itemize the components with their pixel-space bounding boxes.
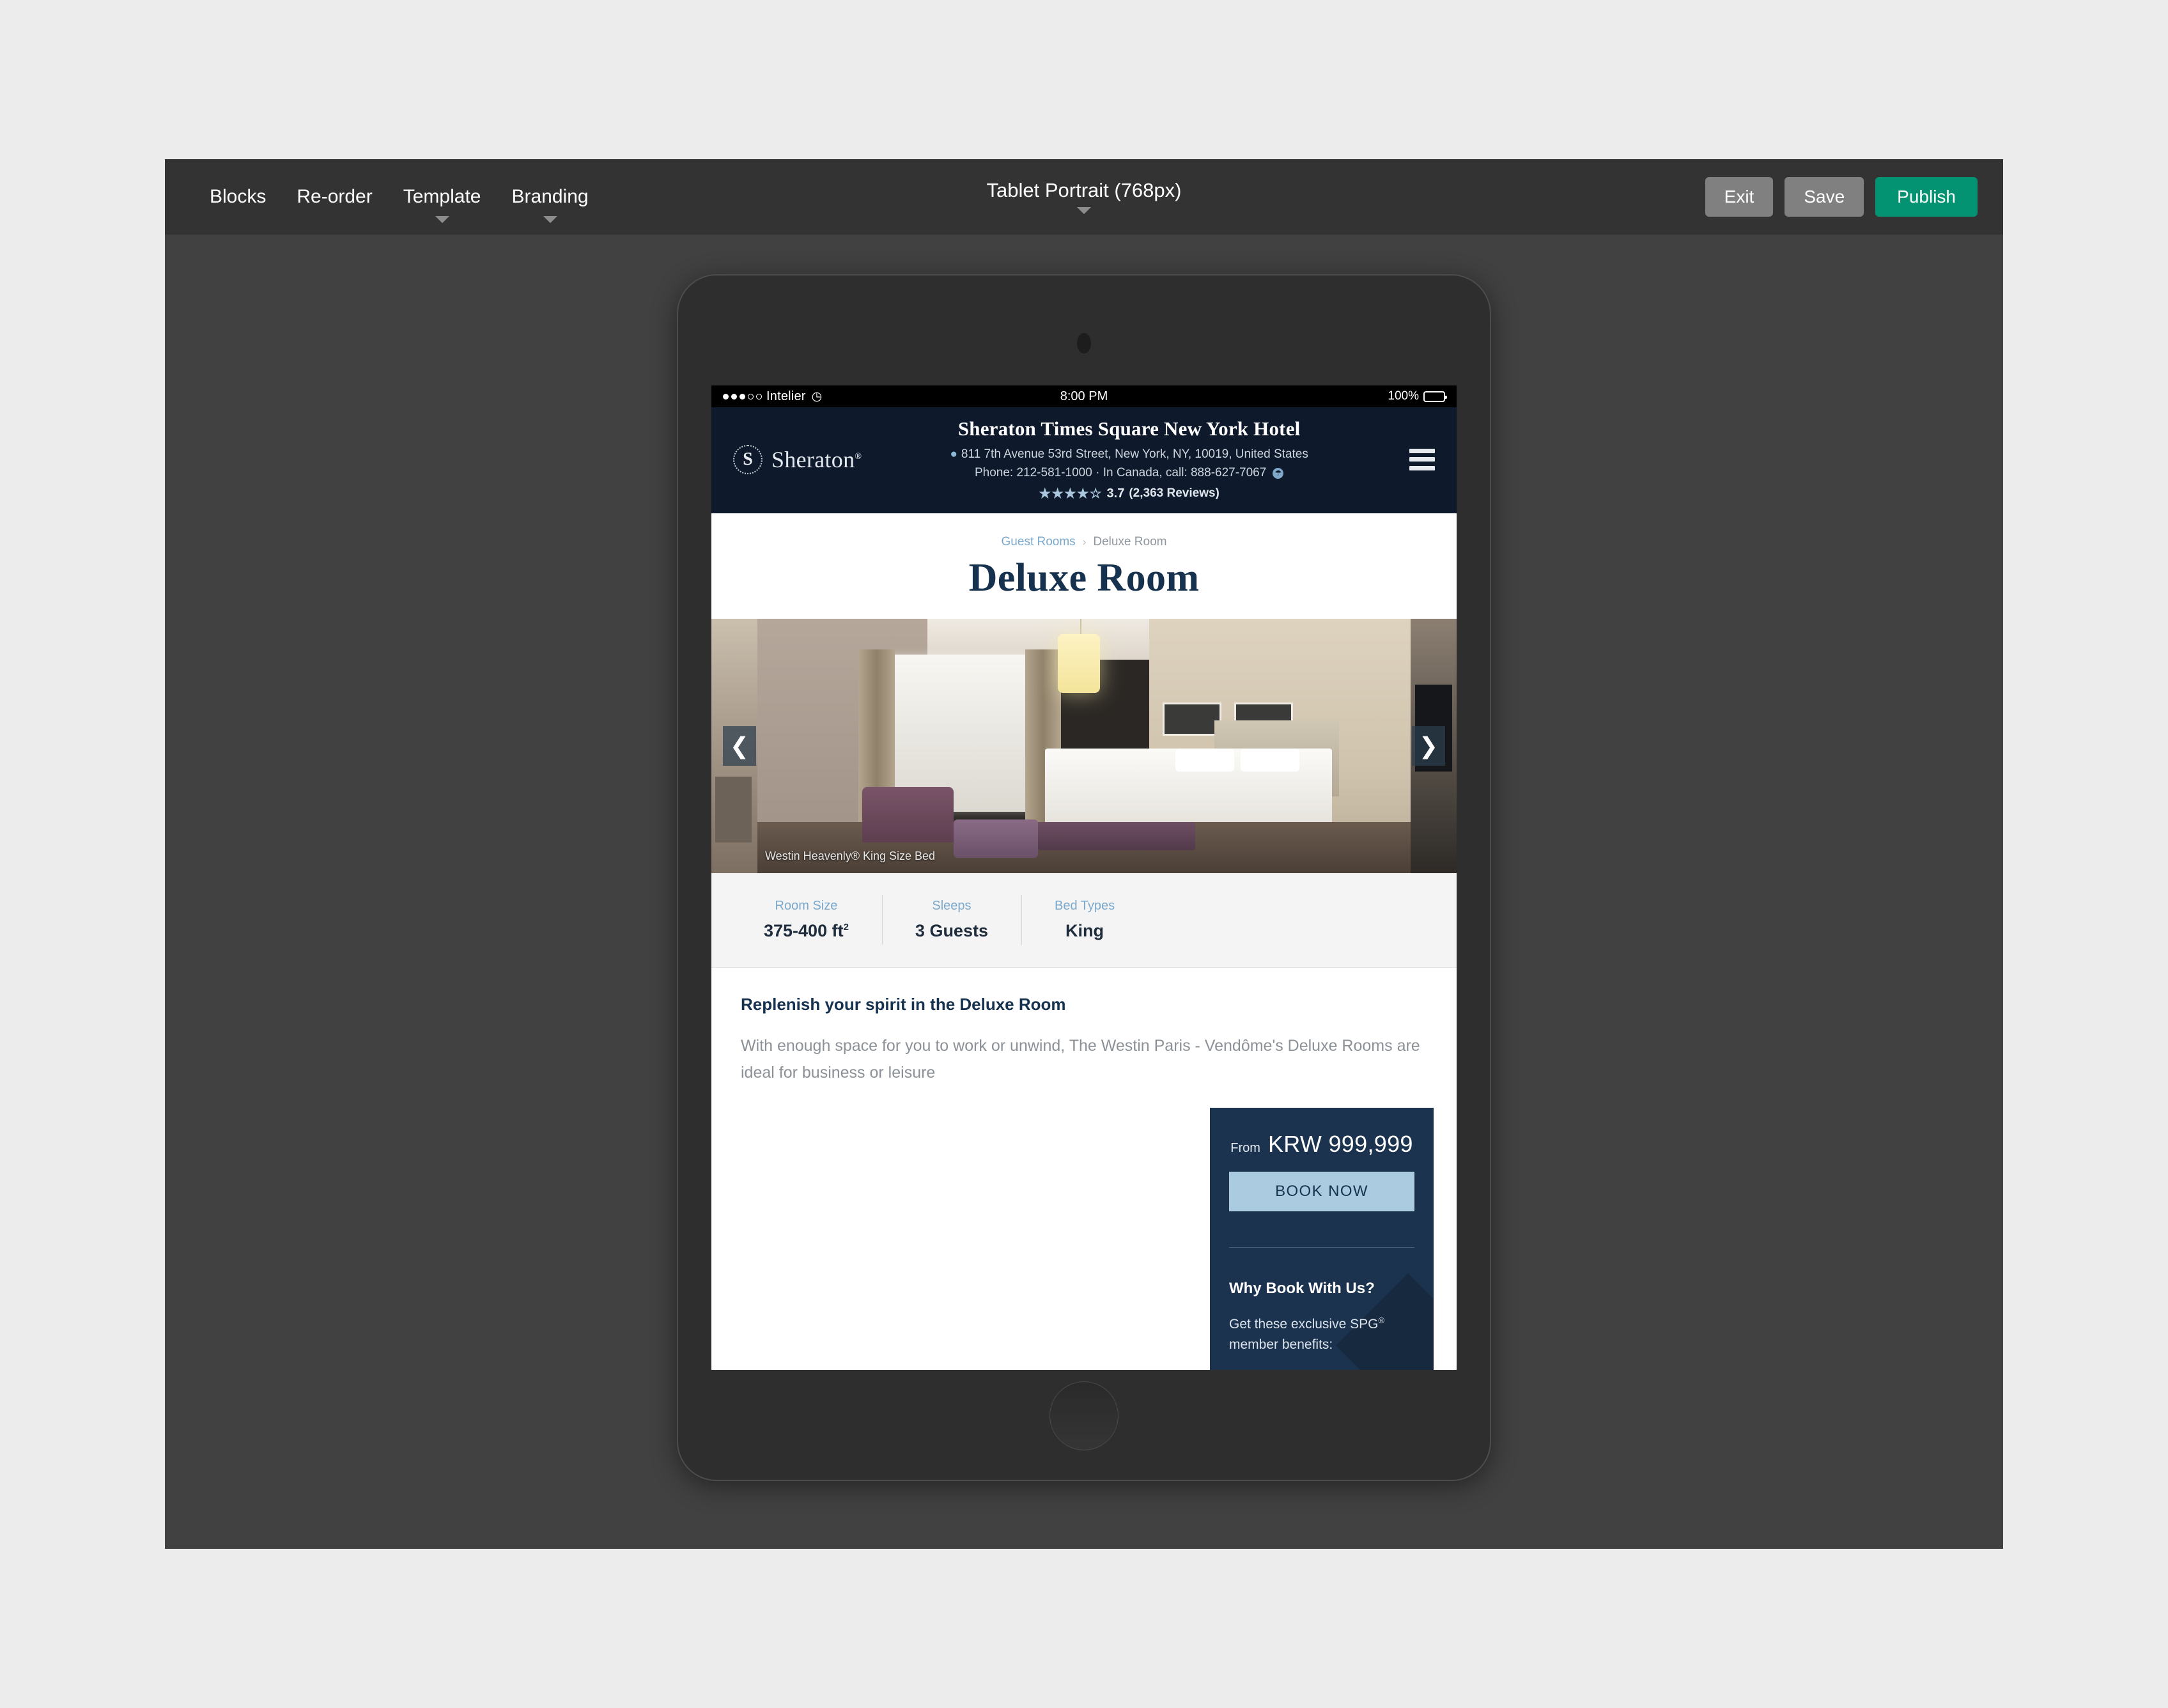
spec-sleeps-label: Sleeps [932, 899, 972, 913]
chevron-right-icon[interactable]: ❯ [1412, 726, 1445, 766]
ios-status-bar: Intelier ◷ 8:00 PM 100% [711, 385, 1457, 407]
editor-toolbar: Blocks Re-order Template Branding Tablet… [165, 159, 2003, 235]
hotel-rating: ★★★★☆ 3.7 (2,363 Reviews) [881, 486, 1377, 502]
toolbar-item-blocks[interactable]: Blocks [194, 159, 281, 235]
toolbar-item-template-label: Template [403, 186, 481, 207]
spec-room-size-unit-sup: 2 [843, 922, 849, 933]
price-value: KRW 999,999 [1267, 1131, 1413, 1157]
device-home-button[interactable] [1049, 1381, 1119, 1450]
booking-divider [1229, 1247, 1414, 1248]
hotel-header: S Sheraton® Sheraton Times Square New Yo… [711, 407, 1457, 513]
spec-room-size-value: 375-400 ft2 [764, 921, 849, 941]
breadcrumb-parent-link[interactable]: Guest Rooms [1002, 535, 1076, 549]
carousel-slide-current[interactable] [757, 618, 1411, 873]
save-button[interactable]: Save [1785, 177, 1864, 217]
description-heading: Replenish your spirit in the Deluxe Room [741, 994, 1066, 1014]
hotel-name: Sheraton Times Square New York Hotel [957, 417, 1301, 440]
spec-sleeps-value: 3 Guests [915, 921, 988, 941]
page-title-block: Guest Rooms › Deluxe Room Deluxe Room [711, 513, 1457, 619]
chevron-down-icon [543, 216, 557, 223]
preview-canvas: Intelier ◷ 8:00 PM 100% S Sheraton® Sher… [165, 235, 2003, 1549]
image-carousel: ❮ ❯ Westin Heavenly® King Size Bed [711, 618, 1457, 873]
location-pin-icon: ● [950, 447, 957, 461]
chevron-down-icon[interactable] [1077, 206, 1091, 214]
status-bar-time: 8:00 PM [1060, 389, 1108, 403]
chevron-left-icon[interactable]: ❮ [723, 726, 756, 766]
toolbar-menu: Blocks Re-order Template Branding [194, 159, 604, 235]
sheraton-wordmark-text: Sheraton [771, 446, 855, 472]
toolbar-actions: Exit Save Publish [1705, 177, 1978, 217]
battery-percent-label: 100% [1388, 389, 1419, 403]
sheraton-wordmark: Sheraton® [771, 446, 862, 473]
toolbar-item-reorder[interactable]: Re-order [281, 159, 387, 235]
device-screen: Intelier ◷ 8:00 PM 100% S Sheraton® Sher… [711, 385, 1457, 1370]
hotel-phone-line: Phone: 212-581-1000 · In Canada, call: 8… [881, 463, 1377, 482]
star-rating-icon: ★★★★☆ [1039, 486, 1103, 501]
page-title: Deluxe Room [968, 555, 1200, 600]
room-specs-bar: Room Size 375-400 ft2 Sleeps 3 Guests Be… [711, 873, 1457, 968]
sheraton-logo[interactable]: S Sheraton® [727, 444, 862, 474]
status-bar-right: 100% [1388, 389, 1447, 403]
hotel-address-line: ● 811 7th Avenue 53rd Street, New York, … [881, 445, 1377, 463]
spec-room-size-label: Room Size [775, 899, 838, 913]
why-book-subtitle-tail: member benefits: [1229, 1337, 1333, 1352]
globe-icon[interactable]: ☂ [1273, 467, 1284, 479]
spec-sleeps: Sleeps 3 Guests [882, 899, 1021, 941]
price-from-label: From [1230, 1141, 1260, 1155]
why-book-with-us-title: Why Book With Us? [1229, 1280, 1375, 1297]
viewport-selector-label[interactable]: Tablet Portrait (768px) [987, 180, 1182, 200]
booking-panel: From KRW 999,999 BOOK NOW Why Book With … [1210, 1108, 1434, 1370]
breadcrumb: Guest Rooms › Deluxe Room [711, 535, 1457, 549]
battery-icon [1423, 391, 1447, 402]
spec-room-size: Room Size 375-400 ft2 [731, 899, 882, 941]
toolbar-item-reorder-label: Re-order [297, 186, 373, 207]
device-camera [1077, 333, 1091, 353]
room-description: Replenish your spirit in the Deluxe Room… [711, 967, 1457, 1099]
hotel-address: 811 7th Avenue 53rd Street, New York, NY… [961, 447, 1308, 461]
description-body: With enough space for you to work or unw… [741, 1036, 1420, 1082]
exit-button[interactable]: Exit [1705, 177, 1774, 217]
why-book-subtitle-text: Get these exclusive SPG [1229, 1317, 1379, 1331]
breadcrumb-separator-icon: › [1082, 535, 1087, 548]
breadcrumb-current: Deluxe Room [1093, 534, 1167, 548]
registered-symbol: ® [1378, 1316, 1385, 1325]
trademark-symbol: ® [855, 451, 862, 462]
toolbar-item-branding[interactable]: Branding [496, 159, 603, 235]
publish-button[interactable]: Publish [1875, 177, 1978, 217]
room-photo [757, 618, 1411, 873]
chevron-down-icon [435, 216, 449, 223]
toolbar-item-blocks-label: Blocks [210, 186, 267, 207]
sheraton-emblem-icon: S [733, 444, 763, 474]
toolbar-item-template[interactable]: Template [388, 159, 497, 235]
hamburger-icon[interactable] [1409, 448, 1435, 470]
spec-bed-types: Bed Types King [1021, 899, 1148, 941]
price-row: From KRW 999,999 [1229, 1131, 1414, 1158]
why-book-with-us-subtitle: Get these exclusive SPG® member benefits… [1229, 1314, 1414, 1355]
spec-bed-types-label: Bed Types [1054, 899, 1115, 913]
spec-room-size-text: 375-400 ft [764, 921, 844, 941]
toolbar-item-branding-label: Branding [511, 186, 589, 207]
hotel-phone: Phone: 212-581-1000 · In Canada, call: 8… [974, 466, 1267, 480]
book-now-button[interactable]: BOOK NOW [1229, 1172, 1414, 1211]
site-builder-editor: Blocks Re-order Template Branding Tablet… [165, 159, 2003, 1549]
tablet-device-frame: Intelier ◷ 8:00 PM 100% S Sheraton® Sher… [677, 274, 1491, 1481]
carousel-caption: Westin Heavenly® King Size Bed [765, 849, 936, 862]
review-count: (2,363 Reviews) [1129, 486, 1220, 501]
rating-value: 3.7 [1106, 486, 1125, 501]
spec-bed-types-value: King [1065, 921, 1104, 941]
hotel-info: Sheraton Times Square New York Hotel ● 8… [862, 417, 1409, 502]
